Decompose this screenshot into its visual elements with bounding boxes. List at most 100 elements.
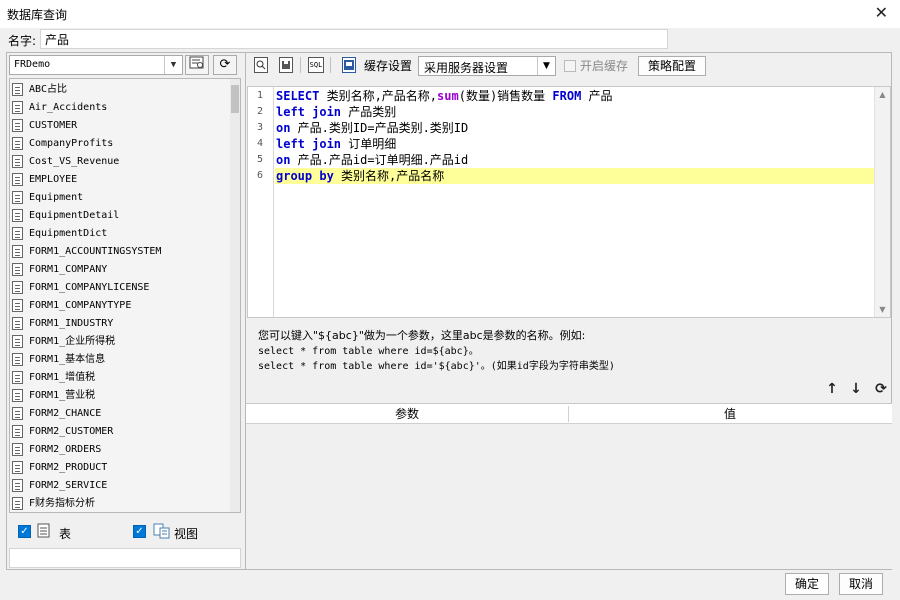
strategy-config-button[interactable]: 策略配置	[638, 56, 706, 76]
table-name: FORM1_营业税	[29, 390, 96, 401]
preview-icon[interactable]	[254, 57, 268, 73]
table-list[interactable]: ABC占比 Air_Accidents CUSTOMER CompanyProfits…	[9, 78, 241, 513]
refresh-params-icon[interactable]: ⟳	[873, 380, 889, 398]
sql-function: sum	[437, 89, 459, 103]
line-number-gutter: 1 2 3 4 5 6	[248, 87, 274, 317]
sql-code-line[interactable]: on 产品.类别ID=产品类别.类别ID	[275, 120, 875, 136]
table-icon	[12, 478, 23, 492]
table-list-item[interactable]: Air_Accidents	[12, 99, 227, 117]
table-list-item[interactable]: Cost_VS_Revenue	[12, 153, 227, 171]
table-icon	[12, 136, 23, 150]
scrollbar-thumb[interactable]	[231, 85, 239, 113]
name-label: 名字:	[8, 34, 37, 48]
table-list-item[interactable]: EquipmentDict	[12, 225, 227, 243]
table-list-item[interactable]: FORM2_SERVICE	[12, 477, 227, 495]
sql-text: 产品.类别ID=产品类别.类别ID	[290, 121, 469, 135]
sql-code-line[interactable]: SELECT 类别名称,产品名称,sum(数量)销售数量 FROM 产品	[275, 88, 875, 104]
scroll-down-icon[interactable]: ▼	[875, 302, 890, 317]
line-number: 6	[256, 170, 263, 181]
table-list-item[interactable]: FORM1_INDUSTRY	[12, 315, 227, 333]
sql-code-line[interactable]: left join 产品类别	[275, 104, 875, 120]
table-list-item[interactable]: FORM2_ORDERS	[12, 441, 227, 459]
table-icon	[12, 442, 23, 456]
table-list-item[interactable]: CompanyProfits	[12, 135, 227, 153]
name-row: 名字:	[0, 28, 900, 50]
scroll-up-icon[interactable]: ▲	[875, 87, 890, 102]
table-list-item[interactable]: ABC占比	[12, 81, 227, 99]
sql-code-line[interactable]: group by 类别名称,产品名称	[275, 168, 875, 184]
table-icon	[12, 118, 23, 132]
sql-editor[interactable]: 1 2 3 4 5 6 SELECT 类别名称,产品名称,sum(数量)销售数量 FROM…	[247, 86, 891, 318]
table-name: FORM2_ORDERS	[29, 444, 102, 455]
ok-button[interactable]: 确定	[785, 573, 829, 595]
table-list-item[interactable]: FORM1_增值税	[12, 369, 227, 387]
chevron-down-icon[interactable]: ▼	[164, 56, 182, 74]
arrow-up-icon[interactable]: ↑	[824, 380, 840, 398]
table-name: FORM1_COMPANYTYPE	[29, 300, 132, 311]
table-list-item[interactable]: FORM1_营业税	[12, 387, 227, 405]
show-views-checkbox[interactable]: ✓	[133, 525, 146, 538]
table-list-item[interactable]: FORM2_PRODUCT	[12, 459, 227, 477]
sql-text: (数量)销售数量	[458, 89, 553, 103]
table-search-field[interactable]	[9, 548, 241, 568]
table-icon	[12, 460, 23, 474]
param-table[interactable]: 参数 值	[246, 403, 892, 569]
table-name: FORM1_ACCOUNTINGSYSTEM	[29, 246, 162, 257]
sql-text: 产品.产品id=订单明细.产品id	[290, 153, 469, 167]
chevron-down-icon[interactable]: ▼	[537, 57, 555, 75]
param-hint-line: 您可以键入"${abc}"做为一个参数，这里abc是参数的名称。例如:	[258, 329, 586, 342]
datasource-select[interactable]: FRDemo ▼	[9, 55, 183, 75]
table-list-item[interactable]: EquipmentDetail	[12, 207, 227, 225]
line-number: 5	[256, 154, 263, 165]
table-list-item[interactable]: FORM1_基本信息	[12, 351, 227, 369]
table-icon	[37, 523, 51, 543]
table-list-item[interactable]: Equipment	[12, 189, 227, 207]
table-list-item[interactable]: FORM1_COMPANYTYPE	[12, 297, 227, 315]
sql-keyword: left join	[276, 105, 342, 119]
table-list-item[interactable]: EMPLOYEE	[12, 171, 227, 189]
server-setting-select[interactable]: 采用服务器设置 ▼	[418, 56, 556, 76]
sql-code-line[interactable]: on 产品.产品id=订单明细.产品id	[275, 152, 875, 168]
line-number: 1	[256, 90, 263, 101]
cache-settings-label[interactable]: 缓存设置	[364, 55, 412, 77]
table-icon	[12, 370, 23, 384]
table-name: FORM2_PRODUCT	[29, 462, 108, 473]
arrow-down-icon[interactable]: ↓	[848, 380, 864, 398]
cancel-button[interactable]: 取消	[839, 573, 883, 595]
table-list-item[interactable]: FORM1_COMPANYLICENSE	[12, 279, 227, 297]
table-list-item[interactable]: FORM1_COMPANY	[12, 261, 227, 279]
table-icon	[12, 100, 23, 114]
table-name: FORM1_基本信息	[29, 354, 106, 365]
table-list-scrollbar[interactable]	[230, 79, 240, 512]
show-tables-checkbox[interactable]: ✓	[18, 525, 31, 538]
sql-code-line[interactable]: left join 订单明细	[275, 136, 875, 152]
sql-format-icon[interactable]: SQL	[308, 57, 324, 73]
table-list-item[interactable]: FORM1_企业所得税	[12, 333, 227, 351]
line-number: 3	[256, 122, 263, 133]
name-input[interactable]	[40, 29, 668, 49]
sql-text: 产品类别	[341, 105, 397, 119]
cache-settings-icon[interactable]	[342, 57, 356, 73]
table-list-item[interactable]: FORM2_CHANCE	[12, 405, 227, 423]
table-name: FORM2_CUSTOMER	[29, 426, 114, 437]
table-list-item[interactable]: FORM2_CUSTOMER	[12, 423, 227, 441]
enable-cache-checkbox[interactable]	[564, 60, 576, 72]
table-icon	[12, 262, 23, 276]
sql-text: 类别名称,产品名称,	[319, 89, 438, 103]
refresh-button[interactable]: ⟳	[213, 55, 237, 75]
sql-text: 产品	[581, 89, 613, 103]
editor-scrollbar[interactable]: ▲ ▼	[874, 87, 890, 317]
value-column-header[interactable]: 值	[569, 404, 891, 424]
table-list-item[interactable]: CUSTOMER	[12, 117, 227, 135]
table-list-item[interactable]: FORM1_ACCOUNTINGSYSTEM	[12, 243, 227, 261]
param-column-header[interactable]: 参数	[246, 404, 568, 424]
table-list-item[interactable]: F财务指标分析	[12, 495, 227, 512]
preview-table-button[interactable]	[185, 55, 209, 75]
table-icon	[12, 208, 23, 222]
table-icon	[12, 352, 23, 366]
save-sql-icon[interactable]	[279, 57, 293, 73]
close-icon[interactable]: ✕	[875, 4, 888, 22]
table-name: Cost_VS_Revenue	[29, 156, 120, 167]
table-name: FORM1_企业所得税	[29, 336, 116, 347]
table-name: ABC占比	[29, 84, 68, 95]
